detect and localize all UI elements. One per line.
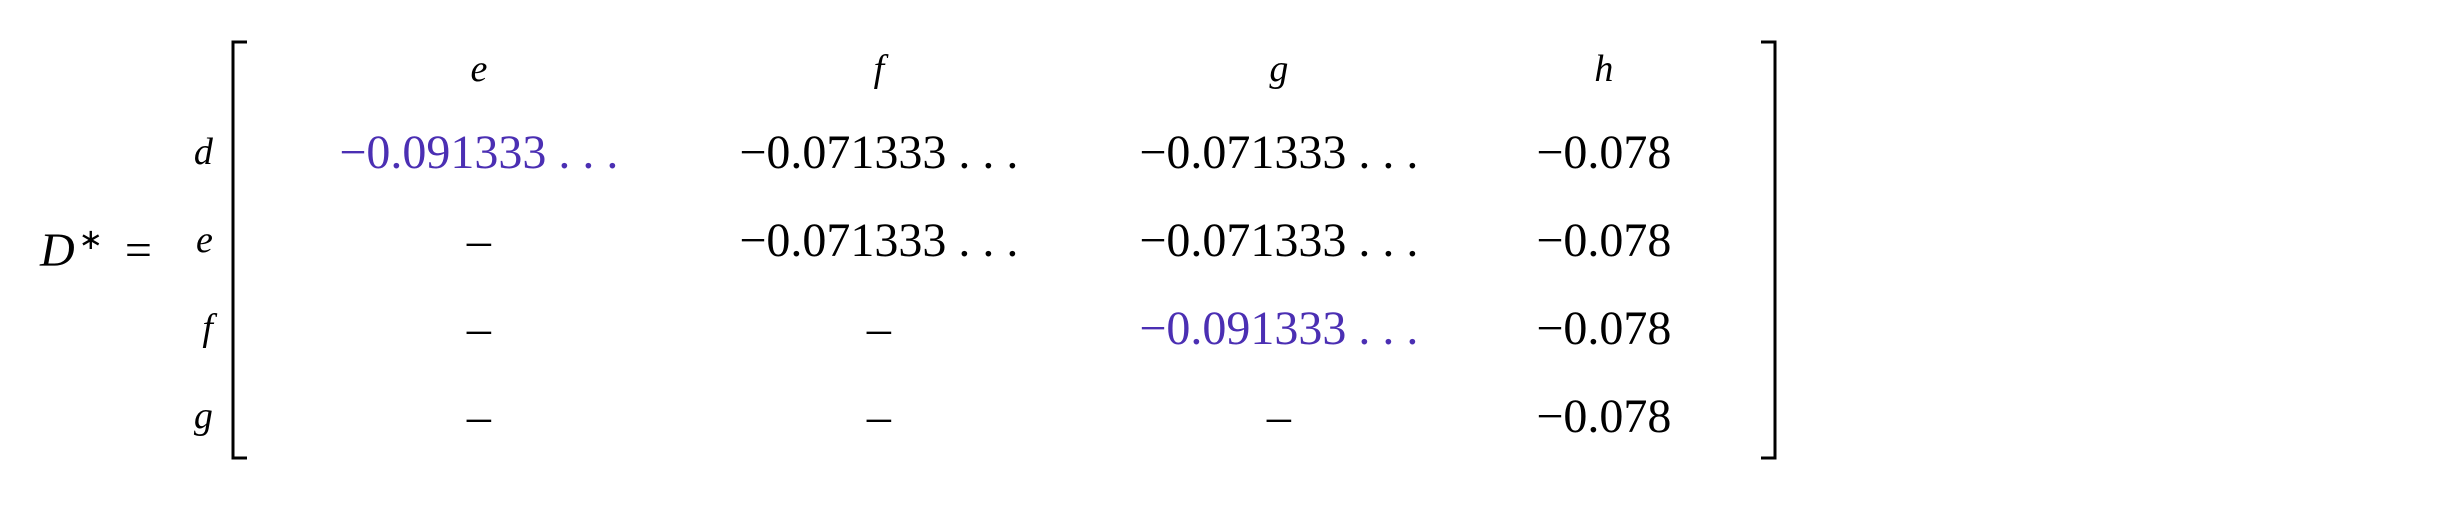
col-header-0: e <box>279 47 679 101</box>
cell-1-2: −0.071333 . . . <box>1079 213 1479 268</box>
cell-3-2: – <box>1079 389 1479 444</box>
cell-0-3: −0.078 <box>1479 125 1729 180</box>
cell-3-1: – <box>679 389 1079 444</box>
col-headers: e f g h <box>279 40 1729 108</box>
equals-sign: = <box>125 223 152 278</box>
row-label-3: g <box>194 372 213 460</box>
matrix-content: e f g h −0.091333 . . . −0.071333 . . . … <box>249 40 1759 460</box>
matrix-row-1: – −0.071333 . . . −0.071333 . . . −0.078 <box>279 196 1729 284</box>
row-labels: d e f g <box>194 40 213 460</box>
cell-1-1: −0.071333 . . . <box>679 213 1079 268</box>
row-label-2: f <box>202 284 213 372</box>
matrix-row-3: – – – −0.078 <box>279 372 1729 460</box>
cell-3-3: −0.078 <box>1479 389 1729 444</box>
lhs-container: D∗ = <box>40 222 174 278</box>
cell-0-1: −0.071333 . . . <box>679 125 1079 180</box>
cell-1-0: – <box>279 213 679 268</box>
equation: D∗ = d e f g e f g h <box>40 40 2401 460</box>
col-header-1: f <box>679 47 1079 101</box>
lhs-symbol: D∗ <box>40 222 103 278</box>
cell-0-0: −0.091333 . . . <box>279 125 679 180</box>
cell-2-0: – <box>279 301 679 356</box>
matrix-row-0: −0.091333 . . . −0.071333 . . . −0.07133… <box>279 108 1729 196</box>
matrix-wrapper: d e f g e f g h −0.091333 . . . <box>194 40 1777 460</box>
row-label-1: e <box>196 196 213 284</box>
left-bracket <box>231 40 249 460</box>
matrix-body: e f g h −0.091333 . . . −0.071333 . . . … <box>231 40 1777 460</box>
cell-2-3: −0.078 <box>1479 301 1729 356</box>
cell-2-1: – <box>679 301 1079 356</box>
row-label-0: d <box>194 108 213 196</box>
cell-0-2: −0.071333 . . . <box>1079 125 1479 180</box>
lhs-superscript: ∗ <box>79 224 103 256</box>
cell-3-0: – <box>279 389 679 444</box>
right-bracket <box>1759 40 1777 460</box>
cell-2-2: −0.091333 . . . <box>1079 301 1479 356</box>
matrix-row-2: – – −0.091333 . . . −0.078 <box>279 284 1729 372</box>
cell-1-3: −0.078 <box>1479 213 1729 268</box>
col-header-3: h <box>1479 47 1729 101</box>
lhs-base: D <box>40 224 75 277</box>
col-header-2: g <box>1079 47 1479 101</box>
